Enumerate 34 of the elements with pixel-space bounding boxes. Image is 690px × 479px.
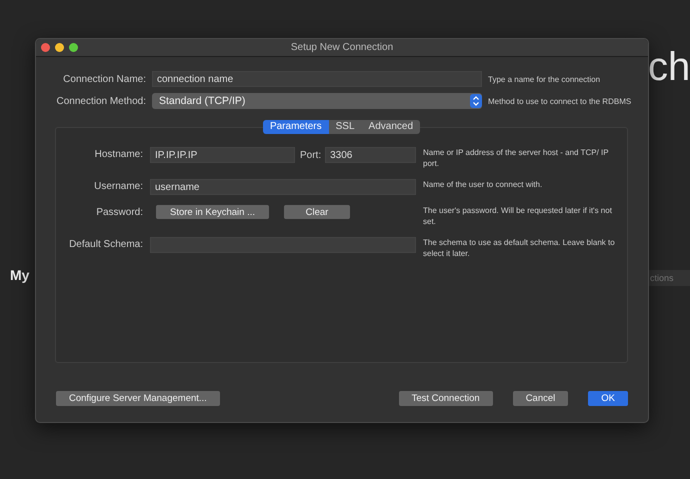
hint-text: Type a name for the connection — [488, 74, 602, 84]
hint-text: The user's password. Will be requested later if it's not set. — [423, 205, 613, 227]
field-label: Connection Method: — [55, 96, 146, 106]
tab[interactable]: SSL — [328, 120, 362, 134]
dialog-button[interactable]: Configure Server Management... — [56, 391, 220, 406]
password-button[interactable]: Store in Keychain ... — [156, 205, 269, 219]
tab[interactable]: Parameters — [262, 120, 329, 134]
dialog-button[interactable]: Test Connection — [398, 391, 493, 406]
field-label: Port: — [300, 150, 322, 160]
field-label: Connection Name: — [62, 74, 146, 84]
hint-text: Method to use to connect to the RDBMS — [488, 96, 632, 106]
stepper-icon — [470, 94, 482, 108]
input-field[interactable]: 3306 — [325, 147, 416, 163]
input-field[interactable]: connection name — [152, 71, 482, 87]
input-field[interactable]: IP.IP.IP.IP — [150, 147, 295, 163]
page-heading: ch — [648, 44, 690, 91]
field-label: Password: — [95, 206, 143, 220]
minimize-icon[interactable] — [55, 43, 64, 52]
section-title: My — [10, 267, 30, 283]
field-label: Default Schema: — [68, 238, 143, 252]
input-field[interactable]: username — [150, 179, 416, 195]
method-dropdown[interactable]: Standard (TCP/IP) — [152, 93, 482, 109]
close-icon[interactable] — [41, 43, 50, 52]
field-label: Hostname: — [94, 148, 143, 162]
window-title: Setup New Connection — [290, 42, 394, 53]
password-button[interactable]: Clear — [284, 205, 350, 219]
maximize-icon[interactable] — [69, 43, 78, 52]
hint-text: The schema to use as default schema. Leave blank to select it later. — [423, 237, 615, 259]
hint-text: Name of the user to connect with. — [423, 179, 544, 190]
field-label: Username: — [93, 180, 143, 194]
tab[interactable]: Advanced — [362, 120, 420, 134]
dialog-button[interactable]: OK — [588, 391, 628, 406]
hint-text: Name or IP address of the server host - and TCP/ IP port. — [423, 147, 610, 169]
dialog-button[interactable]: Cancel — [512, 391, 568, 406]
